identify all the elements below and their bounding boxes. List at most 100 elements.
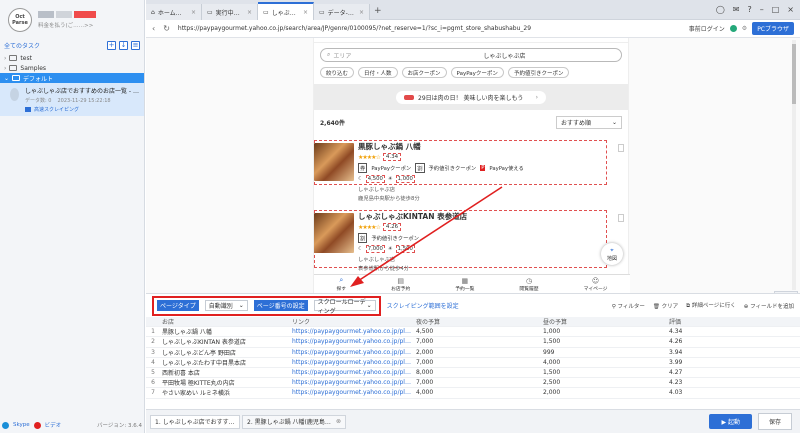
close-icon[interactable]: ⊗	[336, 418, 341, 425]
tab-home[interactable]: ⌂ ホーム… ×	[146, 4, 202, 20]
plan-link[interactable]: 料金を払う(ご……>>	[38, 21, 96, 29]
table-cell-n: 7	[151, 389, 155, 397]
reload-icon[interactable]: ↻	[163, 24, 170, 33]
paypay-coupon-chip[interactable]: PayPayクーポン	[450, 67, 504, 78]
nav-search[interactable]: ⌕ 探す	[336, 276, 346, 292]
price-lunch: 1,000	[395, 175, 415, 183]
add-field-button[interactable]: ⊕ フィールドを追加	[744, 302, 794, 310]
column-header[interactable]: 昼の予算	[541, 317, 667, 326]
skype-link[interactable]: Skype	[13, 422, 30, 428]
sort-select[interactable]: おすすめ順 ⌄	[556, 115, 622, 129]
goto-detail-button[interactable]: ⧉ 詳細ページに行く	[686, 301, 736, 310]
video-link[interactable]: ビデオ	[45, 421, 62, 429]
sun-icon: ☀	[387, 246, 393, 252]
minimize-icon[interactable]: –	[760, 5, 764, 14]
tab-running[interactable]: ▭ 実行中しゃ… ×	[202, 4, 258, 20]
table-row[interactable]: 2 しゃぶしゃぶKINTAN 表参道店 https://paypaygourmet.…	[146, 337, 800, 348]
nav-history[interactable]: ◷ 閲覧履歴	[519, 277, 538, 292]
badge: PayPay使える	[489, 166, 524, 172]
table-cell-day: 1,000	[543, 328, 561, 336]
close-icon[interactable]: ×	[191, 9, 196, 16]
table-row[interactable]: 1 黒豚しゃぶ鍋 八幡 https://paypaygourmet.yahoo.co…	[146, 327, 800, 338]
nav-reservations[interactable]: ▦ 予約一覧	[455, 277, 474, 292]
shop-card[interactable]: 黒豚しゃぶ鍋 八幡 ★★★★☆ 4.34 券 PayPayクーポン 割 予約値引…	[314, 141, 614, 202]
clear-button[interactable]: 🗑 クリア	[653, 302, 678, 310]
close-icon[interactable]: ×	[303, 9, 308, 16]
table-row[interactable]: 7 やさい家めい ルミネ横浜 https://paypaygourmet.yahoo…	[146, 388, 800, 399]
task-item[interactable]: しゃぶしゃぶ店でおすすめのお店一覧 - Pay... データ数: 0 2023-…	[0, 83, 144, 116]
shop-name[interactable]: しゃぶしゃぶKINTAN 表参道店	[358, 211, 603, 222]
close-icon[interactable]: ×	[359, 9, 364, 16]
page-type-select[interactable]: 自動識別 ⌄	[204, 300, 248, 311]
new-folder-icon[interactable]: +	[107, 40, 116, 50]
maximize-icon[interactable]: □	[772, 5, 780, 14]
pre-login-button[interactable]: 事前ログイン	[689, 24, 725, 33]
discount-coupon-chip[interactable]: 予約値引きクーポン	[507, 67, 570, 78]
tree-item-test[interactable]: › test	[0, 53, 144, 63]
back-icon[interactable]: ‹	[152, 24, 155, 33]
table-row[interactable]: 3 しゃぶしゃぶどん亭 野田店 https://paypaygourmet.yaho…	[146, 348, 800, 358]
help-icon[interactable]: ?	[747, 5, 751, 14]
bookmark-icon[interactable]	[618, 214, 624, 222]
rating-value: 4.26	[382, 223, 402, 231]
mail-icon[interactable]: ✉	[733, 5, 740, 14]
coupon-tag-icon: 券	[358, 163, 368, 173]
settings-icon[interactable]: ⚙	[742, 25, 747, 32]
bottom-tab-list[interactable]: 1. しゃぶしゃぶ店でおすすめの...	[150, 414, 240, 429]
column-header[interactable]: リンク	[290, 317, 414, 326]
shop-genre: しゃぶしゃぶ店	[358, 257, 396, 263]
table-row[interactable]: 4 しゃぶしゃぶたわす中目黒本店 https://paypaygourmet.yah…	[146, 358, 800, 368]
shop-card[interactable]: しゃぶしゃぶKINTAN 表参道店 ★★★★☆ 4.26 割 予約値引きクーポン…	[314, 211, 614, 272]
webpage-scrollbar[interactable]	[792, 40, 796, 290]
tree-item-samples[interactable]: › Samples	[0, 63, 144, 73]
close-window-icon[interactable]: ×	[787, 5, 794, 14]
tab-data[interactable]: ▭ データ-しゃ… ×	[314, 4, 370, 20]
column-header[interactable]: 評価	[667, 317, 793, 326]
filter-chip[interactable]: 絞り込む	[320, 67, 355, 78]
start-button[interactable]: ▶ 起動	[709, 414, 752, 429]
nav-reserve[interactable]: ▤ お店予約	[391, 277, 410, 292]
new-tab-button[interactable]: +	[374, 6, 382, 16]
save-button[interactable]: 保存	[757, 413, 792, 430]
date-people-chip[interactable]: 日付・人数	[358, 67, 398, 78]
home-icon: ⌂	[151, 8, 155, 16]
area-input[interactable]: エリア	[333, 51, 483, 60]
scrape-range-link[interactable]: スクレイピング範囲を設定	[387, 301, 459, 310]
import-icon[interactable]: ↓	[119, 40, 128, 50]
column-header[interactable]: 夜の予算	[414, 317, 541, 326]
paging-select[interactable]: スクロールローディング ⌄	[313, 299, 376, 315]
table-row[interactable]: 5 西新初喜 本店 https://paypaygourmet.yahoo.co.j…	[146, 368, 800, 379]
shop-name[interactable]: 黒豚しゃぶ鍋 八幡	[358, 141, 603, 152]
column-header[interactable]: お店	[160, 317, 290, 326]
genre-input[interactable]: しゃぶしゃぶ店	[483, 51, 525, 60]
scrollbar-thumb[interactable]	[792, 44, 796, 104]
video-icon	[33, 421, 41, 429]
bottom-tab-detail[interactable]: 2. 黒豚しゃぶ鍋 八幡(鹿児島県… ⊗	[242, 414, 346, 429]
filter-button[interactable]: ⚲ フィルター	[612, 302, 645, 310]
search-bar[interactable]: ⌕ エリア しゃぶしゃぶ店	[320, 48, 622, 62]
folder-icon	[12, 75, 21, 81]
table-cell-rating: 4.26	[669, 338, 683, 346]
tree-item-default[interactable]: ⌄ デフォルト	[0, 73, 144, 83]
plus-icon: ⊕	[743, 303, 749, 310]
table-cell-day: 4,000	[543, 358, 561, 366]
data-preview-table: お店 リンク 夜の予算 昼の予算 評価 1 黒豚しゃぶ鍋 八幡 https://pa…	[146, 317, 800, 409]
meat-day-banner[interactable]: 29日は肉の日！ 美味しい肉を楽しもう ›	[396, 90, 546, 104]
table-cell-rating: 4.34	[669, 328, 683, 336]
tab-shabu-active[interactable]: ▭ しゃぶしゃ… ×	[258, 2, 314, 20]
url-input[interactable]: https://paypaygourmet.yahoo.co.jp/search…	[178, 25, 638, 32]
calendar-icon: ▦	[461, 276, 469, 285]
table-row[interactable]: 6 平田牧場 極KITTE丸の内店 https://paypaygourmet.ya…	[146, 378, 800, 389]
nav-mypage[interactable]: ☺ マイページ	[584, 277, 608, 292]
task-list-header: 全てのタスク + ↓ ≡	[0, 40, 144, 50]
all-tasks-label[interactable]: 全てのタスク	[4, 41, 40, 50]
sort-icon[interactable]: ≡	[131, 40, 140, 50]
user-icon[interactable]: ◯	[716, 5, 725, 14]
bookmark-icon[interactable]	[618, 144, 624, 152]
pc-browser-button[interactable]: PCブラウザ	[752, 22, 794, 35]
version-label: バージョン: 3.6.4	[97, 423, 142, 429]
map-button[interactable]: ⌖ 地図	[601, 243, 623, 265]
close-icon[interactable]: ×	[247, 9, 252, 16]
extraction-config-bar: ページタイプ 自動識別 ⌄ ページ番号の設定 スクロールローディング ⌄ スクレイピ…	[146, 293, 800, 317]
store-coupon-chip[interactable]: お店クーポン	[401, 67, 447, 78]
